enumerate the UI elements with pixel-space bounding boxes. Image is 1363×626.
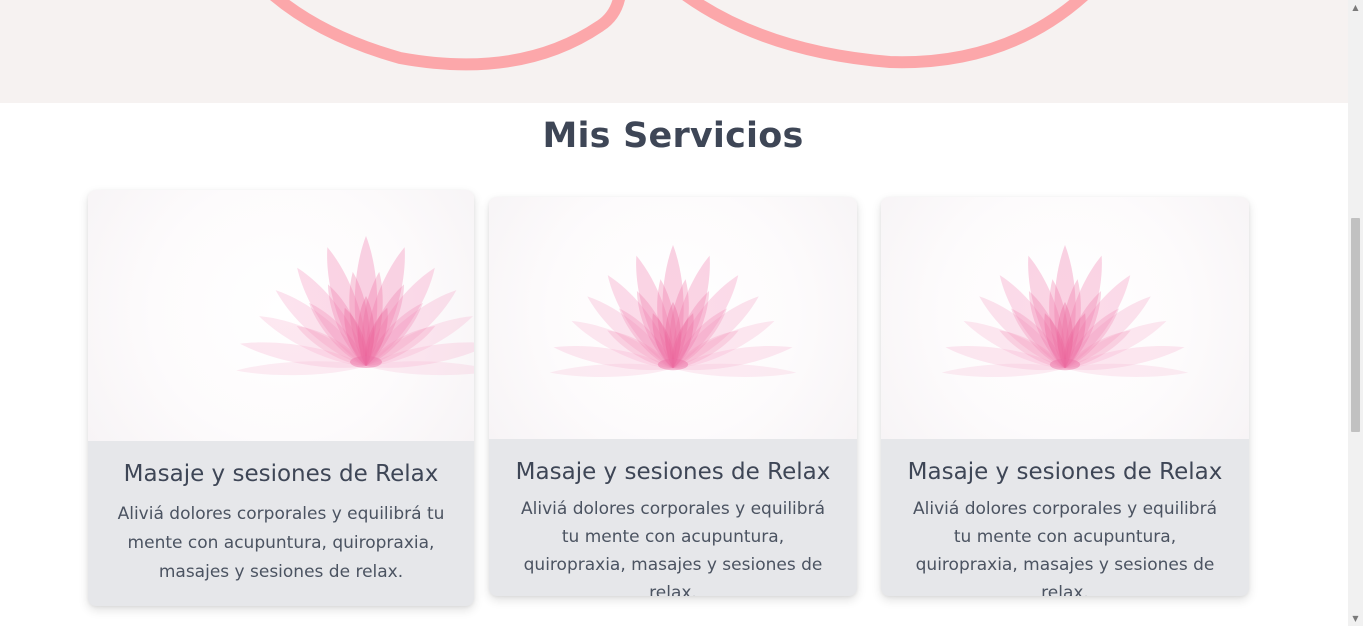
service-card-title: Masaje y sesiones de Relax bbox=[907, 459, 1223, 485]
service-card-title: Masaje y sesiones de Relax bbox=[515, 459, 831, 485]
service-card-description: Aliviá dolores corporales y equilibrá tu… bbox=[117, 504, 445, 582]
scroll-down-arrow-icon[interactable]: ▼ bbox=[1348, 611, 1363, 626]
lotus-flower-icon bbox=[941, 245, 1189, 377]
lotus-flower-icon bbox=[549, 245, 797, 377]
lotus-core bbox=[1049, 358, 1081, 371]
hero-banner bbox=[0, 0, 1348, 103]
hero-decoration-icon bbox=[270, 0, 1088, 71]
service-card-title: Masaje y sesiones de Relax bbox=[123, 461, 439, 487]
service-card-image bbox=[881, 197, 1249, 439]
service-card-description: Aliviá dolores corporales y equilibrá tu… bbox=[913, 499, 1217, 596]
vertical-scrollbar[interactable]: ▲ ▼ bbox=[1348, 0, 1363, 626]
service-card-description: Aliviá dolores corporales y equilibrá tu… bbox=[521, 499, 825, 596]
scroll-up-arrow-icon[interactable]: ▲ bbox=[1348, 0, 1363, 15]
lotus-core bbox=[657, 358, 689, 371]
service-card[interactable]: Masaje y sesiones de Relax Aliviá dolore… bbox=[881, 197, 1249, 596]
lotus-flower-icon bbox=[236, 236, 474, 376]
lotus-core bbox=[350, 356, 382, 368]
service-card-image bbox=[489, 197, 857, 439]
scrollbar-thumb[interactable] bbox=[1351, 218, 1360, 432]
browser-viewport: Mis Servicios Masaje y sesiones de Relax… bbox=[0, 0, 1363, 626]
service-card-image bbox=[88, 190, 474, 441]
service-card[interactable]: Masaje y sesiones de Relax Aliviá dolore… bbox=[88, 190, 474, 606]
section-title: Mis Servicios bbox=[542, 116, 804, 156]
page-content: Mis Servicios Masaje y sesiones de Relax… bbox=[0, 0, 1348, 626]
service-card[interactable]: Masaje y sesiones de Relax Aliviá dolore… bbox=[489, 197, 857, 596]
